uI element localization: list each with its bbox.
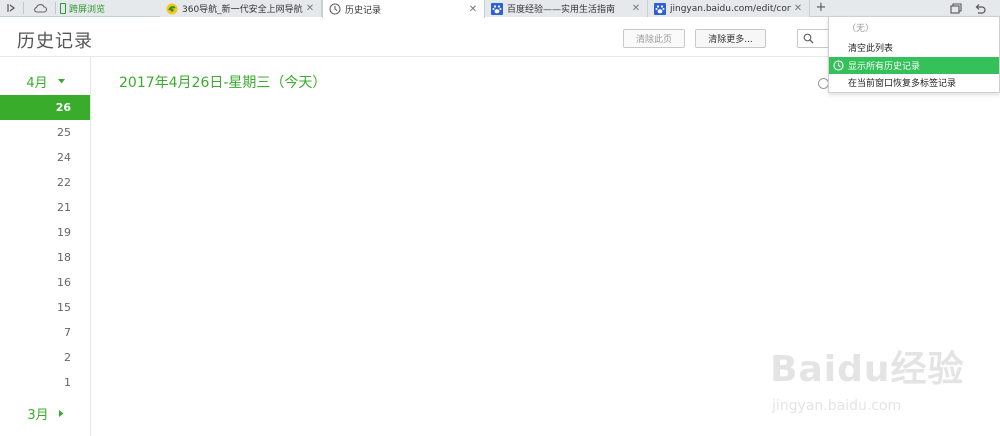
phone-icon bbox=[60, 2, 66, 14]
cloud-icon[interactable] bbox=[30, 0, 50, 16]
day-item-16[interactable]: 16 bbox=[0, 270, 90, 295]
divider bbox=[23, 2, 24, 14]
day-item-7[interactable]: 7 bbox=[0, 320, 90, 345]
day-list: 26 25 24 22 21 19 18 16 15 7 2 1 bbox=[0, 95, 90, 395]
watermark-logo: Baidu经验 bbox=[770, 349, 965, 390]
tab-title: 百度经验——实用生活指南 bbox=[507, 5, 616, 15]
tab-360-nav[interactable]: 360导航_新一代安全上网导航 ✕ bbox=[160, 0, 322, 17]
tab-close-icon[interactable]: ✕ bbox=[303, 3, 317, 14]
menu-item-clear-list[interactable]: 清空此列表 bbox=[829, 39, 999, 56]
tab-title: jingyan.baidu.com/edit/conte bbox=[670, 3, 791, 14]
360-icon bbox=[166, 3, 178, 14]
day-item-15[interactable]: 15 bbox=[0, 295, 90, 320]
date-sidebar: 4月 26 25 24 22 21 19 18 16 15 7 2 1 3月 bbox=[0, 57, 91, 436]
day-item-18[interactable]: 18 bbox=[0, 245, 90, 270]
day-item-1[interactable]: 1 bbox=[0, 370, 90, 395]
tab-title: 历史记录 bbox=[345, 5, 382, 16]
caret-down-icon bbox=[57, 78, 65, 83]
sidebar-toggle-icon[interactable] bbox=[4, 0, 18, 16]
page-title: 历史记录 bbox=[17, 31, 93, 52]
search-icon bbox=[803, 33, 814, 44]
day-item-2[interactable]: 2 bbox=[0, 345, 90, 370]
month-current[interactable]: 4月 bbox=[0, 69, 91, 93]
watermark-url: jingyan.baidu.com bbox=[772, 398, 902, 414]
new-tab-button[interactable]: + bbox=[814, 0, 828, 16]
cross-screen-browse-button[interactable]: 跨屏浏览 bbox=[60, 0, 105, 16]
baidu-jingyan-watermark: Baidu经验 jingyan.baidu.com bbox=[770, 340, 964, 414]
clock-icon bbox=[833, 60, 844, 71]
tab-history[interactable]: 历史记录 ✕ bbox=[322, 0, 485, 18]
day-item-22[interactable]: 22 bbox=[0, 170, 90, 195]
menu-item-empty: （无） bbox=[847, 24, 875, 34]
tab-close-icon[interactable]: ✕ bbox=[466, 4, 480, 15]
date-heading: 2017年4月26日-星期三（今天） bbox=[119, 75, 327, 91]
tab-close-icon[interactable]: ✕ bbox=[629, 3, 643, 14]
day-item-21[interactable]: 21 bbox=[0, 195, 90, 220]
menu-item-label: 显示所有历史记录 bbox=[848, 62, 921, 72]
baidu-paw-icon bbox=[654, 2, 666, 15]
clock-icon bbox=[329, 3, 341, 15]
day-item-26[interactable]: 26 bbox=[0, 95, 90, 120]
cross-screen-browse-label: 跨屏浏览 bbox=[69, 4, 106, 15]
day-item-19[interactable]: 19 bbox=[0, 220, 90, 245]
clear-this-page-button[interactable]: 清除此页 bbox=[623, 29, 685, 48]
history-dropdown-menu: （无） 清空此列表 显示所有历史记录 在当前窗口恢复多标签记录 bbox=[828, 16, 1000, 93]
tab-baidu-jingyan[interactable]: 百度经验——实用生活指南 ✕ bbox=[485, 0, 648, 17]
restore-window-icon[interactable] bbox=[948, 0, 964, 16]
menu-item-show-all-history[interactable]: 显示所有历史记录 bbox=[829, 57, 999, 74]
clear-more-button[interactable]: 清除更多... bbox=[695, 29, 766, 48]
tab-jingyan-edit[interactable]: jingyan.baidu.com/edit/conte ✕ bbox=[648, 0, 810, 17]
caret-right-icon bbox=[58, 409, 64, 417]
baidu-paw-icon bbox=[491, 2, 503, 15]
undo-close-tab-icon[interactable] bbox=[972, 0, 988, 16]
month-previous[interactable]: 3月 bbox=[0, 401, 91, 425]
divider bbox=[55, 2, 56, 14]
day-item-25[interactable]: 25 bbox=[0, 120, 90, 145]
menu-item-restore-tabs[interactable]: 在当前窗口恢复多标签记录 bbox=[829, 74, 999, 91]
month-label: 4月 bbox=[26, 75, 48, 91]
tab-title: 360导航_新一代安全上网导航 bbox=[182, 5, 303, 15]
day-item-24[interactable]: 24 bbox=[0, 145, 90, 170]
month-label: 3月 bbox=[27, 407, 49, 423]
tab-strip: 跨屏浏览 360导航_新一代安全上网导航 ✕ 历史记录 ✕ 百度经验——实用生活… bbox=[0, 0, 1000, 18]
tab-close-icon[interactable]: ✕ bbox=[791, 3, 805, 14]
